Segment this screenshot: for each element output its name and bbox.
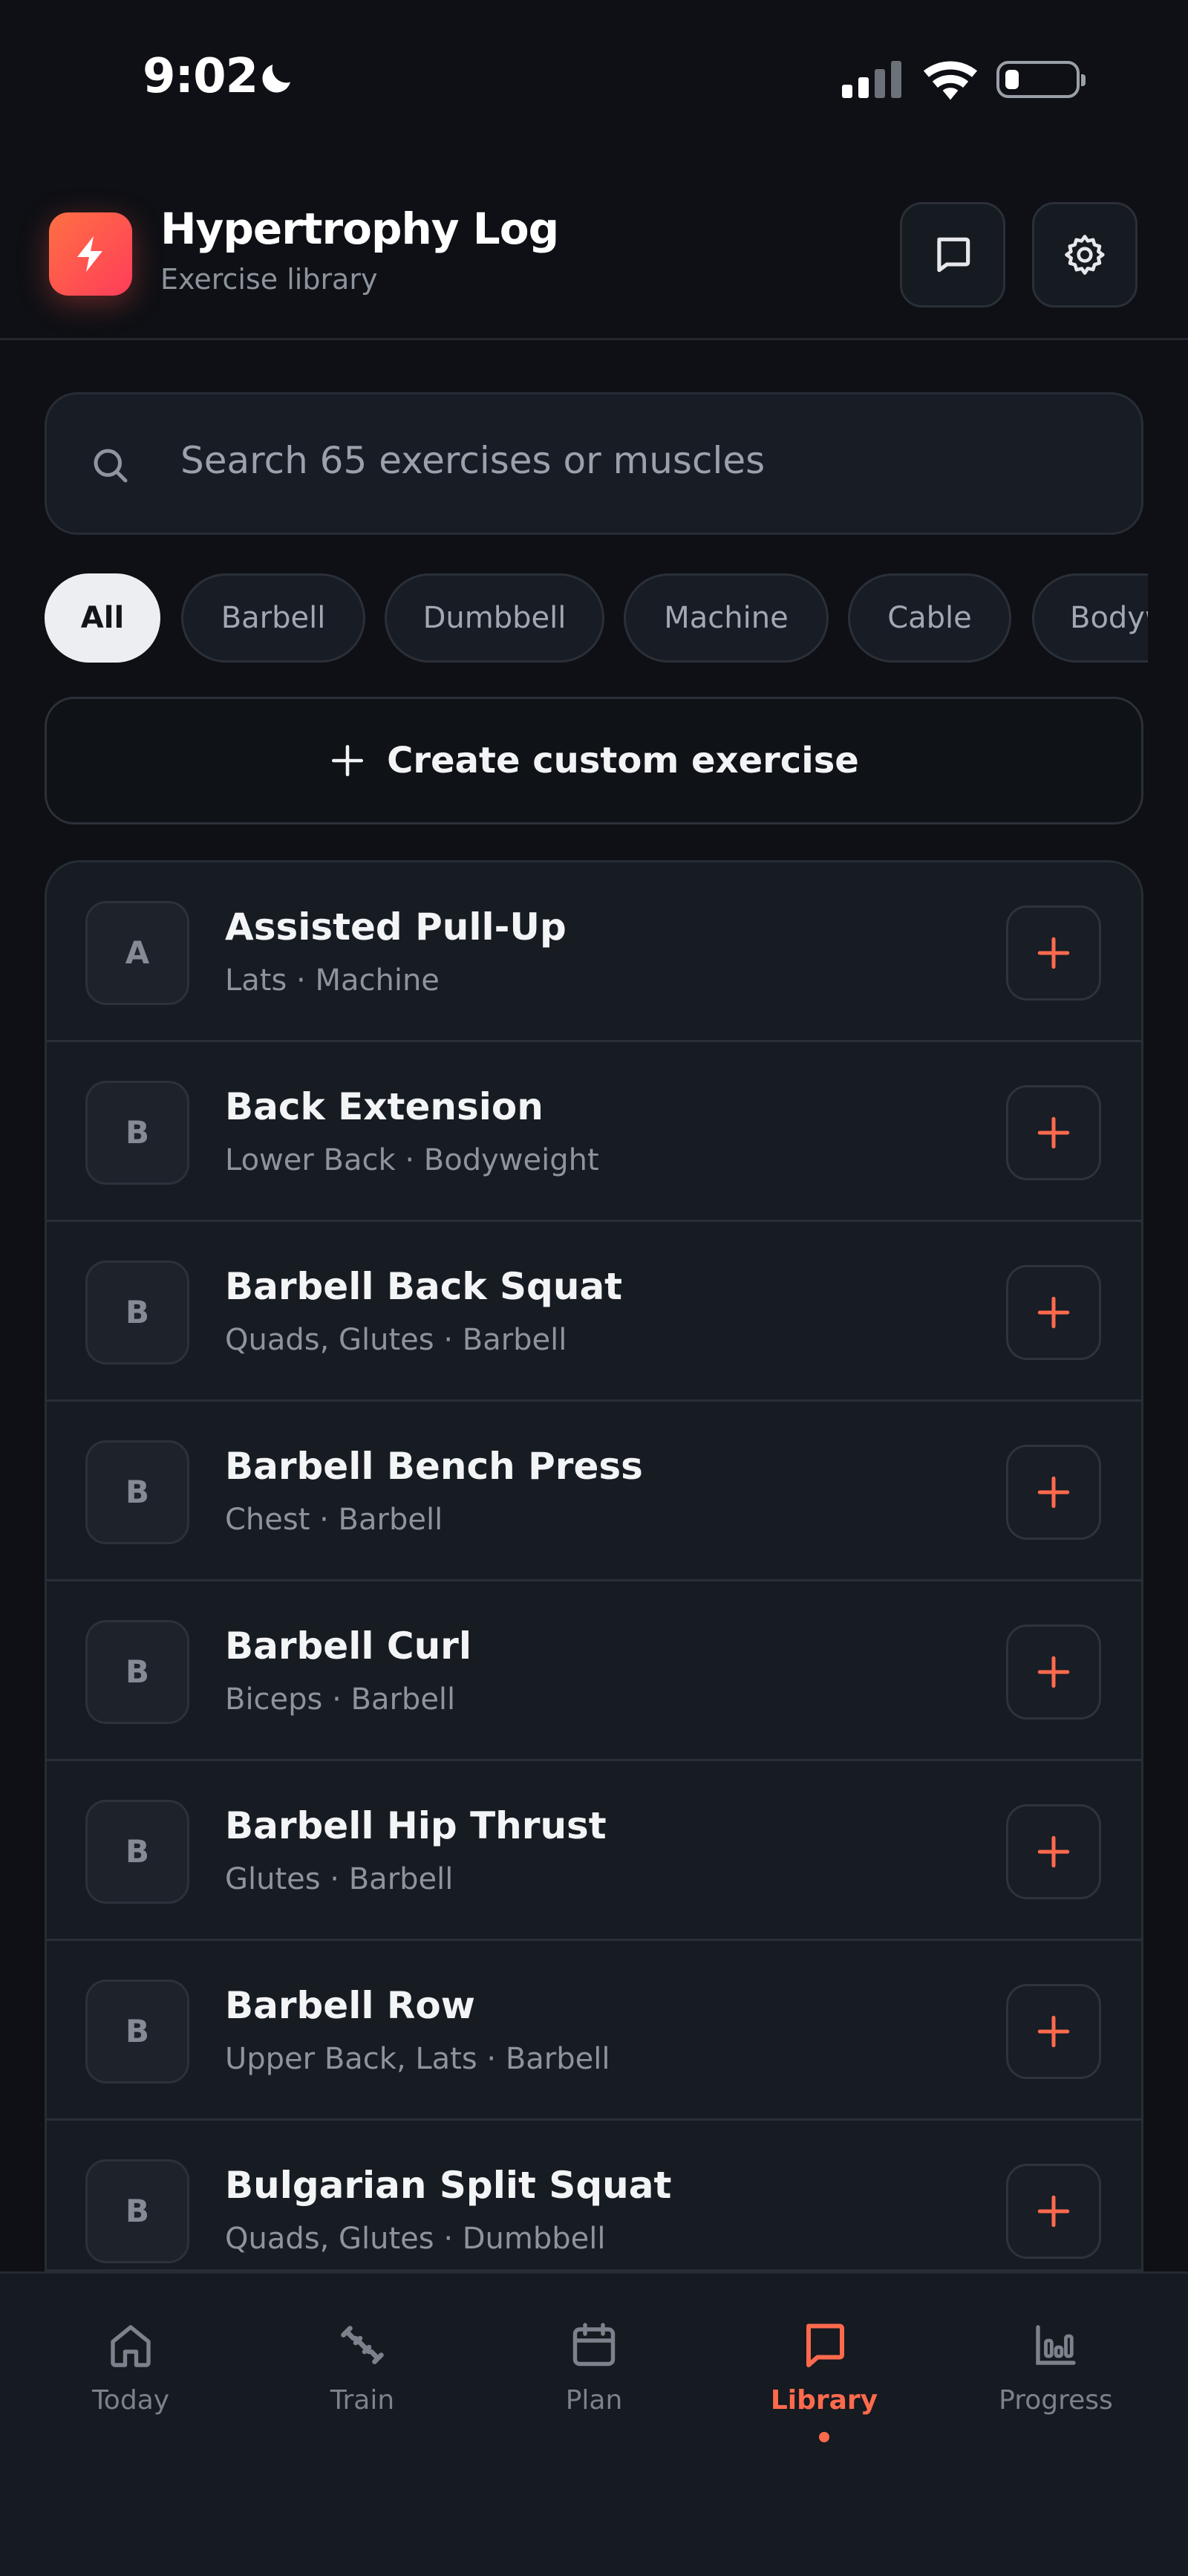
list-item[interactable]: A Assisted Pull-Up Lats · Machine [47, 862, 1141, 1042]
home-icon [111, 2325, 151, 2367]
tab-train[interactable]: Train [273, 2318, 451, 2467]
exercise-initial-badge: B [85, 1261, 189, 1365]
list-item[interactable]: B Barbell Bench Press Chest · Barbell [47, 1402, 1141, 1581]
add-exercise-button[interactable] [1006, 2164, 1101, 2259]
tab-library-label: Library [770, 2385, 878, 2416]
add-exercise-button[interactable] [1006, 1265, 1101, 1360]
search-input[interactable]: Search 65 exercises or muscles [180, 439, 765, 482]
list-item[interactable]: B Bulgarian Split Squat Quads, Glutes · … [47, 2121, 1141, 2269]
plus-icon [1037, 937, 1070, 969]
tab-progress-label: Progress [999, 2385, 1113, 2416]
gear-icon [1065, 235, 1105, 275]
tab-library[interactable]: Library [735, 2318, 913, 2467]
filter-chips: All Barbell Dumbbell Machine Cable Bodyw… [45, 573, 1148, 666]
exercise-list: A Assisted Pull-Up Lats · Machine B Back… [45, 860, 1143, 2271]
tab-plan-label: Plan [565, 2385, 623, 2416]
list-item[interactable]: B Barbell Row Upper Back, Lats · Barbell [47, 1941, 1141, 2121]
plus-icon [1037, 2015, 1070, 2048]
filter-chip-barbell[interactable]: Barbell [181, 573, 365, 663]
app-title: Hypertrophy Log [160, 204, 559, 254]
exercise-initial-badge: B [85, 2159, 189, 2263]
exercise-meta: Quads, Glutes · Dumbbell [225, 2222, 606, 2256]
add-exercise-button[interactable] [1006, 1445, 1101, 1540]
exercise-meta: Quads, Glutes · Barbell [225, 1323, 567, 1357]
exercise-name: Barbell Curl [225, 1624, 471, 1668]
battery-icon [996, 61, 1086, 98]
tab-progress[interactable]: Progress [967, 2318, 1145, 2467]
plus-icon [332, 744, 364, 777]
cellular-signal-icon [842, 61, 901, 98]
exercise-meta: Biceps · Barbell [225, 1682, 456, 1717]
exercise-initial-badge: B [85, 1800, 189, 1904]
status-bar: 9:02 [0, 0, 1188, 156]
plus-icon [1037, 1296, 1070, 1329]
list-item[interactable]: B Barbell Curl Biceps · Barbell [47, 1581, 1141, 1761]
search-box[interactable]: Search 65 exercises or muscles [45, 392, 1143, 535]
dumbbell-icon [341, 2326, 384, 2364]
filter-chip-cable[interactable]: Cable [848, 573, 1011, 663]
settings-button[interactable] [1032, 202, 1138, 308]
tab-today[interactable]: Today [42, 2318, 220, 2467]
list-item[interactable]: B Barbell Hip Thrust Glutes · Barbell [47, 1761, 1141, 1941]
exercise-initial-badge: B [85, 1980, 189, 2084]
tab-plan[interactable]: Plan [505, 2318, 683, 2467]
filter-chip-machine[interactable]: Machine [624, 573, 829, 663]
add-exercise-button[interactable] [1006, 1984, 1101, 2079]
exercise-initial-badge: A [85, 901, 189, 1005]
tab-today-label: Today [91, 2385, 170, 2416]
exercise-name: Barbell Hip Thrust [225, 1804, 607, 1847]
exercise-meta: Lats · Machine [225, 963, 440, 998]
plus-icon [1037, 1116, 1070, 1149]
filter-chip-bodyweight[interactable]: Bodyweight [1032, 573, 1148, 663]
exercise-name: Barbell Row [225, 1984, 475, 2027]
bottom-tab-bar: Today Train Plan Library Progress [0, 2271, 1188, 2576]
moon-icon [262, 65, 290, 93]
exercise-name: Barbell Bench Press [225, 1445, 643, 1488]
exercise-name: Assisted Pull-Up [225, 905, 567, 949]
search-icon [94, 449, 128, 483]
exercise-name: Barbell Back Squat [225, 1265, 623, 1308]
book-icon [806, 2323, 844, 2367]
add-exercise-button[interactable] [1006, 1624, 1101, 1720]
active-tab-indicator [819, 2432, 829, 2442]
add-exercise-button[interactable] [1006, 1085, 1101, 1180]
plus-icon [1037, 1835, 1070, 1868]
plus-icon [1037, 2195, 1070, 2228]
exercise-initial-badge: B [85, 1620, 189, 1724]
exercise-name: Back Extension [225, 1085, 544, 1128]
list-item[interactable]: B Back Extension Lower Back · Bodyweight [47, 1042, 1141, 1222]
create-custom-exercise-label: Create custom exercise [387, 740, 859, 781]
exercise-meta: Glutes · Barbell [225, 1862, 454, 1896]
exercise-meta: Upper Back, Lats · Barbell [225, 2042, 610, 2076]
app-header: Hypertrophy Log Exercise library [0, 171, 1188, 340]
page-subtitle: Exercise library [160, 263, 378, 296]
bar-chart-icon [1036, 2325, 1076, 2365]
plus-icon [1037, 1476, 1070, 1509]
notes-button[interactable] [900, 202, 1005, 308]
create-custom-exercise-button[interactable]: Create custom exercise [45, 697, 1143, 824]
exercise-initial-badge: B [85, 1440, 189, 1544]
tab-train-label: Train [330, 2385, 395, 2416]
filter-chip-all[interactable]: All [45, 573, 160, 663]
calendar-icon [572, 2323, 616, 2367]
wifi-icon [923, 61, 978, 100]
exercise-initial-badge: B [85, 1081, 189, 1185]
add-exercise-button[interactable] [1006, 1804, 1101, 1899]
exercise-name: Bulgarian Split Squat [225, 2164, 672, 2207]
chat-square-icon [937, 237, 970, 273]
list-item[interactable]: B Barbell Back Squat Quads, Glutes · Bar… [47, 1222, 1141, 1402]
app-logo [49, 212, 132, 296]
plus-icon [1037, 1656, 1070, 1688]
lightning-icon [77, 236, 102, 272]
exercise-meta: Lower Back · Bodyweight [225, 1143, 599, 1177]
add-exercise-button[interactable] [1006, 905, 1101, 1001]
exercise-meta: Chest · Barbell [225, 1503, 443, 1537]
status-time: 9:02 [143, 49, 258, 104]
filter-chip-dumbbell[interactable]: Dumbbell [385, 573, 604, 663]
